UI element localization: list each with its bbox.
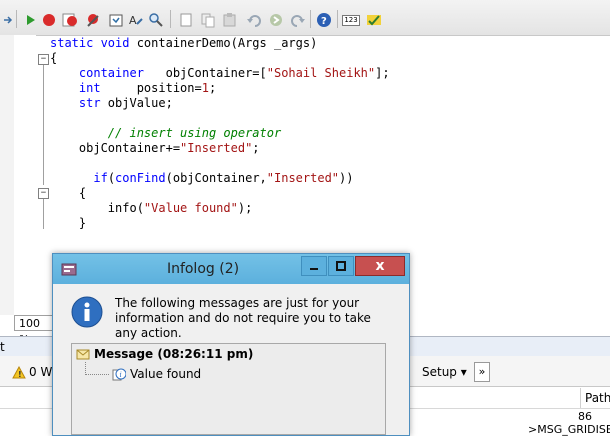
collapse-method-icon[interactable]: − (38, 54, 49, 65)
code-line[interactable]: static void containerDemo(Args _args) (50, 36, 317, 51)
toolbar: A ? 123 (0, 0, 610, 36)
new-icon[interactable] (178, 12, 194, 28)
code-line[interactable]: } (50, 216, 86, 231)
setup-label: Setup (422, 365, 457, 379)
code-line[interactable]: int position=1; (50, 81, 216, 96)
close-button[interactable]: x (355, 256, 405, 276)
code-line[interactable]: // insert using operator (50, 126, 281, 141)
numeric-icon-label: 123 (342, 14, 360, 26)
spellcheck-icon[interactable] (366, 12, 382, 28)
editor-gutter (0, 35, 15, 315)
tree-connector (85, 374, 109, 376)
maximize-icon (336, 261, 346, 271)
toolbar-separator (16, 10, 17, 28)
toolbar-overflow-button[interactable]: » (474, 362, 490, 382)
path-column-header[interactable]: Path (580, 388, 610, 408)
information-icon (71, 296, 103, 328)
numeric-icon[interactable]: 123 (342, 12, 360, 28)
compile-icon[interactable] (108, 12, 124, 28)
collapse-block-icon[interactable]: − (38, 188, 49, 199)
tree-child-label: Value found (130, 367, 202, 381)
toolbar-separator (310, 10, 311, 28)
dialog-title: Infolog (2) (166, 261, 240, 277)
dialog-title-bar[interactable]: Infolog (2) x (53, 254, 409, 284)
svg-text:i: i (120, 371, 122, 379)
help-icon[interactable]: ? (316, 12, 332, 28)
warning-icon: ! (12, 365, 26, 379)
breakpoint-icon[interactable] (62, 12, 78, 28)
play-icon[interactable] (22, 12, 38, 28)
tree-root-label: Message (08:26:11 pm) (94, 347, 254, 361)
toolbar-separator (337, 10, 338, 28)
go-icon[interactable] (268, 12, 284, 28)
code-line[interactable]: str objValue; (50, 96, 173, 111)
setup-dropdown[interactable]: Setup ▾ (422, 365, 467, 379)
chevron-down-icon: ▾ (460, 365, 467, 379)
result-line-number: 86 (578, 410, 592, 423)
code-line[interactable]: info("Value found"); (50, 201, 253, 216)
svg-text:A: A (129, 14, 137, 27)
panel-marker: t (0, 340, 5, 354)
fold-guide (43, 199, 44, 229)
envelope-icon (76, 349, 90, 360)
find-icon[interactable] (148, 12, 164, 28)
code-line[interactable]: container objContainer=["Sohail Sheikh"]… (50, 66, 390, 81)
tree-item-message[interactable]: Message (08:26:11 pm) (76, 347, 253, 361)
zoom-level[interactable]: 100 % (14, 315, 54, 346)
undo-icon[interactable] (246, 12, 262, 28)
remove-breakpoint-icon[interactable] (85, 12, 101, 28)
infolog-dialog: Infolog (2) x The following messages are… (52, 253, 410, 436)
fold-guide (43, 65, 44, 185)
info-item-icon: i (112, 368, 126, 381)
minimize-icon (310, 268, 318, 270)
toolbar-separator (170, 10, 171, 28)
arrow-icon[interactable] (0, 12, 16, 28)
infolog-message: The following messages are just for your… (115, 296, 371, 340)
code-line[interactable]: { (50, 186, 86, 201)
svg-text:?: ? (321, 16, 327, 27)
copy-icon[interactable] (200, 12, 216, 28)
code-line[interactable]: { (50, 51, 57, 66)
code-line[interactable]: objContainer+="Inserted"; (50, 141, 260, 156)
tree-item-value-found[interactable]: i Value found (112, 367, 201, 381)
maximize-button[interactable] (328, 256, 354, 276)
code-line[interactable]: if(conFind(objContainer,"Inserted")) (50, 171, 353, 186)
lookup-icon[interactable]: A (128, 12, 144, 28)
paste-icon[interactable] (222, 12, 238, 28)
stop-icon[interactable] (41, 12, 57, 28)
infolog-tree[interactable]: Message (08:26:11 pm) i Value found (71, 343, 386, 435)
svg-text:!: ! (18, 370, 22, 379)
result-path: >MSG_GRIDISEM (528, 423, 610, 436)
minimize-button[interactable] (301, 256, 327, 276)
redo-icon[interactable] (290, 12, 306, 28)
